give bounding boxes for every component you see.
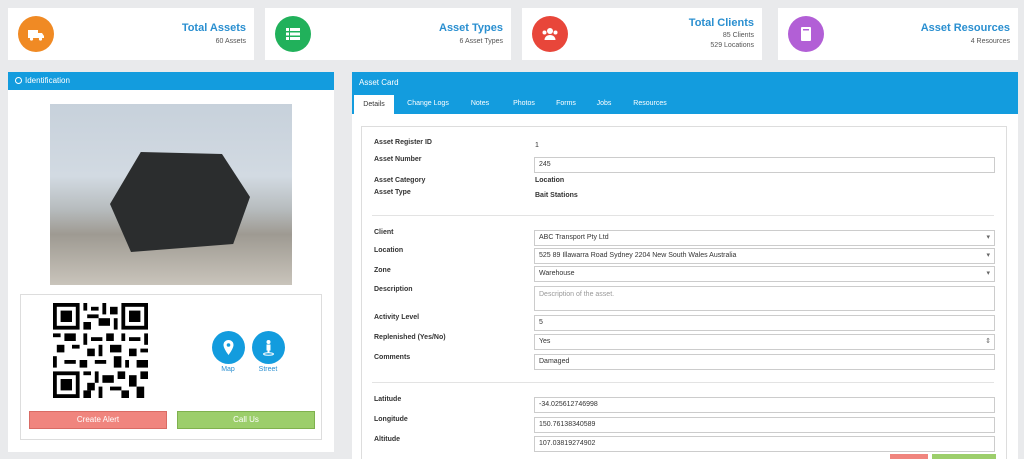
tab-resources[interactable]: Resources bbox=[625, 94, 675, 114]
qr-code bbox=[53, 303, 148, 398]
tab-jobs[interactable]: Jobs bbox=[589, 94, 619, 114]
map-label[interactable]: Map bbox=[208, 366, 248, 373]
tab-details[interactable]: Details bbox=[354, 95, 394, 114]
identification-header: Identification bbox=[8, 72, 334, 90]
zone-label: Zone bbox=[374, 267, 391, 274]
longitude-label: Longitude bbox=[374, 416, 408, 423]
stat-subtitle: 60 Assets bbox=[215, 38, 246, 45]
longitude-field[interactable]: 150.76138340589 bbox=[534, 417, 995, 433]
replenished-label: Replenished (Yes/No) bbox=[374, 334, 446, 341]
location-label: Location bbox=[374, 247, 404, 254]
create-alert-button[interactable]: Create Alert bbox=[29, 411, 167, 429]
client-select[interactable]: ABC Transport Pty Ltd bbox=[534, 230, 995, 246]
altitude-field[interactable]: 107.03819274902 bbox=[534, 436, 995, 452]
delete-button[interactable] bbox=[890, 454, 928, 459]
street-button[interactable] bbox=[252, 331, 285, 364]
stat-title: Asset Resources bbox=[920, 22, 1010, 34]
section-divider bbox=[372, 382, 994, 383]
info-icon bbox=[15, 77, 22, 84]
stat-card-asset-types[interactable]: Asset Types 6 Asset Types bbox=[265, 8, 511, 60]
description-label: Description bbox=[374, 286, 413, 293]
description-textarea[interactable]: Description of the asset. bbox=[534, 286, 995, 311]
asset-card-title: Asset Card bbox=[359, 78, 399, 87]
truck-icon bbox=[18, 16, 54, 52]
call-us-button[interactable]: Call Us bbox=[177, 411, 315, 429]
replenished-select[interactable]: Yes bbox=[534, 334, 995, 350]
stat-subtitle: 85 Clients bbox=[722, 32, 754, 39]
asset-card-header: Asset Card bbox=[352, 72, 1018, 94]
location-select[interactable]: 525 89 Illawarra Road Sydney 2204 New So… bbox=[534, 248, 995, 264]
category-label: Asset Category bbox=[374, 177, 426, 184]
stat-title: Total Clients bbox=[688, 17, 754, 29]
save-button[interactable] bbox=[932, 454, 996, 459]
stat-subtitle: 4 Resources bbox=[970, 38, 1010, 45]
zone-select[interactable]: Warehouse bbox=[534, 266, 995, 282]
identification-title: Identification bbox=[25, 76, 70, 85]
tab-change-logs[interactable]: Change Logs bbox=[402, 94, 454, 114]
stat-subtitle-secondary: 529 Locations bbox=[710, 42, 754, 49]
type-label: Asset Type bbox=[374, 189, 411, 196]
asset-card-tabs: Details Change Logs Notes Photos Forms J… bbox=[352, 94, 1018, 114]
type-value: Bait Stations bbox=[535, 192, 578, 199]
section-divider bbox=[372, 215, 994, 216]
latitude-label: Latitude bbox=[374, 396, 402, 403]
stat-title: Asset Types bbox=[439, 22, 503, 34]
users-icon bbox=[532, 16, 568, 52]
list-icon bbox=[275, 16, 311, 52]
stat-card-total-clients[interactable]: Total Clients 85 Clients 529 Locations bbox=[522, 8, 762, 60]
book-icon bbox=[788, 16, 824, 52]
activity-label: Activity Level bbox=[374, 314, 420, 321]
map-button[interactable] bbox=[212, 331, 245, 364]
activity-field[interactable]: 5 bbox=[534, 315, 995, 331]
stat-card-asset-resources[interactable]: Asset Resources 4 Resources bbox=[778, 8, 1018, 60]
tab-forms[interactable]: Forms bbox=[549, 94, 583, 114]
asset-number-label: Asset Number bbox=[374, 156, 422, 163]
register-id-label: Asset Register ID bbox=[374, 139, 432, 146]
category-value: Location bbox=[535, 177, 565, 184]
map-pin-icon bbox=[223, 340, 234, 355]
register-id-value: 1 bbox=[535, 142, 539, 149]
street-view-icon bbox=[263, 340, 274, 356]
client-label: Client bbox=[374, 229, 394, 236]
stat-title: Total Assets bbox=[181, 22, 246, 34]
latitude-field[interactable]: -34.025612746998 bbox=[534, 397, 995, 413]
tab-notes[interactable]: Notes bbox=[462, 94, 498, 114]
asset-number-field[interactable]: 245 bbox=[534, 157, 995, 173]
asset-photo bbox=[50, 104, 292, 285]
tab-photos[interactable]: Photos bbox=[504, 94, 544, 114]
stat-card-total-assets[interactable]: Total Assets 60 Assets bbox=[8, 8, 254, 60]
comments-label: Comments bbox=[374, 354, 411, 361]
comments-field[interactable]: Damaged bbox=[534, 354, 995, 370]
altitude-label: Altitude bbox=[374, 436, 401, 443]
stat-subtitle: 6 Asset Types bbox=[459, 38, 503, 45]
street-label[interactable]: Street bbox=[248, 366, 288, 373]
